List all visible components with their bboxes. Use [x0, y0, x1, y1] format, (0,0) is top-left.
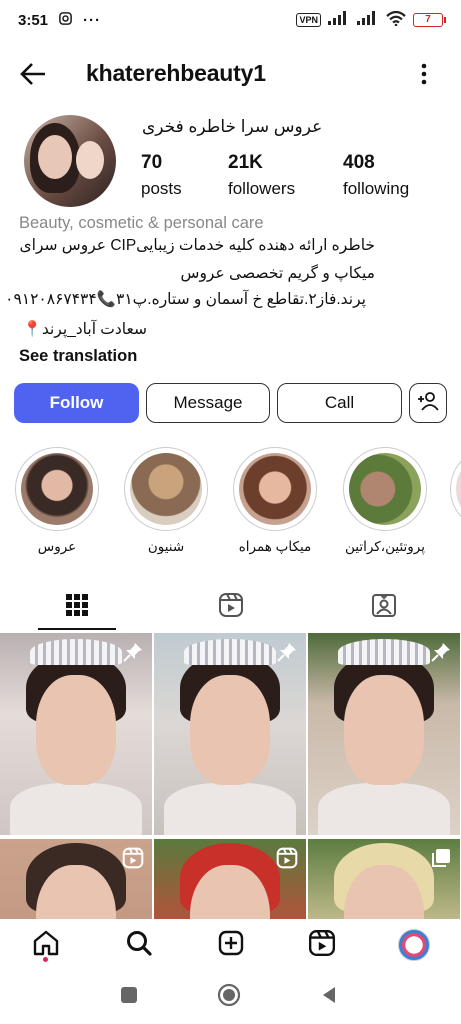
carousel-icon [430, 847, 452, 869]
status-bar: 3:51 ··· VPN 7 [0, 0, 461, 40]
bottom-navigation [0, 919, 461, 971]
profile-category: Beauty, cosmetic & personal care [19, 214, 264, 232]
highlight-cover [349, 453, 421, 525]
stat-posts[interactable]: 70 posts [141, 152, 182, 199]
story-highlight[interactable] [450, 447, 461, 539]
back-button[interactable] [316, 984, 342, 1010]
signal-icon [328, 11, 350, 29]
circle-icon [217, 983, 241, 1012]
story-highlight[interactable]: پروتئین،کراتین [342, 447, 428, 555]
nav-reels[interactable] [304, 927, 340, 963]
pinned-icon [430, 641, 452, 663]
tagged-person-icon [371, 592, 397, 623]
stat-following-label: following [343, 179, 410, 198]
stat-followers[interactable]: 21K followers [228, 152, 295, 199]
create-post-icon [217, 929, 245, 962]
follow-button[interactable]: Follow [14, 383, 139, 423]
triangle-back-icon [319, 985, 339, 1010]
highlight-label: پروتئین،کراتین [345, 539, 425, 554]
stat-following[interactable]: 408 following [343, 152, 409, 199]
add-user-icon [417, 391, 439, 416]
system-navigation [0, 972, 461, 1024]
reel-badge-icon [276, 847, 298, 869]
highlight-cover [239, 453, 311, 525]
story-highlight[interactable]: میکاپ همراه [232, 447, 318, 555]
post-thumbnail[interactable] [308, 633, 460, 835]
active-tab-indicator [38, 628, 116, 630]
highlight-cover [21, 453, 93, 525]
stat-followers-count: 21K [228, 152, 263, 173]
pinned-icon [122, 641, 144, 663]
story-highlight[interactable]: شنیون [123, 447, 209, 555]
profile-header: khaterehbeauty1 [0, 52, 461, 96]
profile-username: khaterehbeauty1 [86, 60, 266, 86]
post-thumbnail[interactable] [0, 839, 152, 919]
highlight-cover [456, 453, 461, 525]
own-profile-avatar [398, 929, 430, 961]
instagram-notification-icon [58, 11, 73, 30]
tab-tagged[interactable] [307, 584, 461, 630]
wifi-icon [386, 10, 406, 30]
more-options-icon[interactable] [414, 60, 434, 88]
highlight-label: عروس [37, 539, 77, 554]
search-icon [125, 929, 153, 962]
bio-line: میکاپ و گریم تخصصی عروس [180, 265, 375, 282]
highlight-label: شنیون [147, 539, 185, 554]
recents-button[interactable] [116, 984, 142, 1010]
signal-icon-2 [357, 11, 379, 29]
reel-badge-icon [122, 847, 144, 869]
call-button[interactable]: Call [277, 383, 402, 423]
tab-reels[interactable] [154, 584, 308, 630]
stat-posts-label: posts [141, 179, 182, 198]
reels-icon [218, 592, 244, 623]
vpn-icon: VPN [296, 13, 321, 27]
profile-tabs [0, 584, 461, 630]
profile-full-name: عروس سرا خاطره فخری [142, 117, 323, 136]
posts-grid [0, 633, 461, 919]
nav-search[interactable] [121, 927, 157, 963]
stat-posts-count: 70 [141, 152, 163, 173]
post-thumbnail[interactable] [154, 633, 306, 835]
see-translation-link[interactable]: See translation [19, 347, 137, 366]
battery-icon: 7 [413, 13, 446, 27]
notification-dot [43, 957, 48, 962]
bio-line: خاطره ارائه دهنده کلیه خدمات زیباییCIP ع… [19, 237, 376, 254]
home-button[interactable] [216, 983, 242, 1012]
post-thumbnail[interactable] [154, 839, 306, 919]
back-arrow-icon[interactable] [18, 60, 48, 88]
stat-followers-label: followers [228, 179, 296, 198]
tab-posts-grid[interactable] [0, 584, 154, 630]
bio-line: سعادت آباد_پرند📍 [22, 321, 147, 338]
pinned-icon [276, 641, 298, 663]
status-time: 3:51 [18, 11, 49, 29]
suggested-users-button[interactable] [409, 383, 447, 423]
message-button[interactable]: Message [146, 383, 270, 423]
stat-following-count: 408 [343, 152, 375, 173]
story-highlight[interactable]: عروس [14, 447, 100, 555]
post-thumbnail[interactable] [308, 839, 460, 919]
post-thumbnail[interactable] [0, 633, 152, 835]
nav-profile[interactable] [396, 927, 432, 963]
profile-avatar[interactable] [24, 115, 116, 207]
nav-create[interactable] [213, 927, 249, 963]
highlight-label: میکاپ همراه [238, 539, 312, 554]
grid-icon [65, 593, 89, 622]
reels-icon [308, 929, 336, 962]
highlight-cover [130, 453, 202, 525]
bio-line[interactable]: پرند.فاز۲.تقاطع خ آسمان و ستاره.پ۳۱📞۰۹۱۲… [5, 290, 366, 309]
more-notifications-icon: ··· [83, 11, 102, 29]
square-icon [120, 986, 138, 1009]
